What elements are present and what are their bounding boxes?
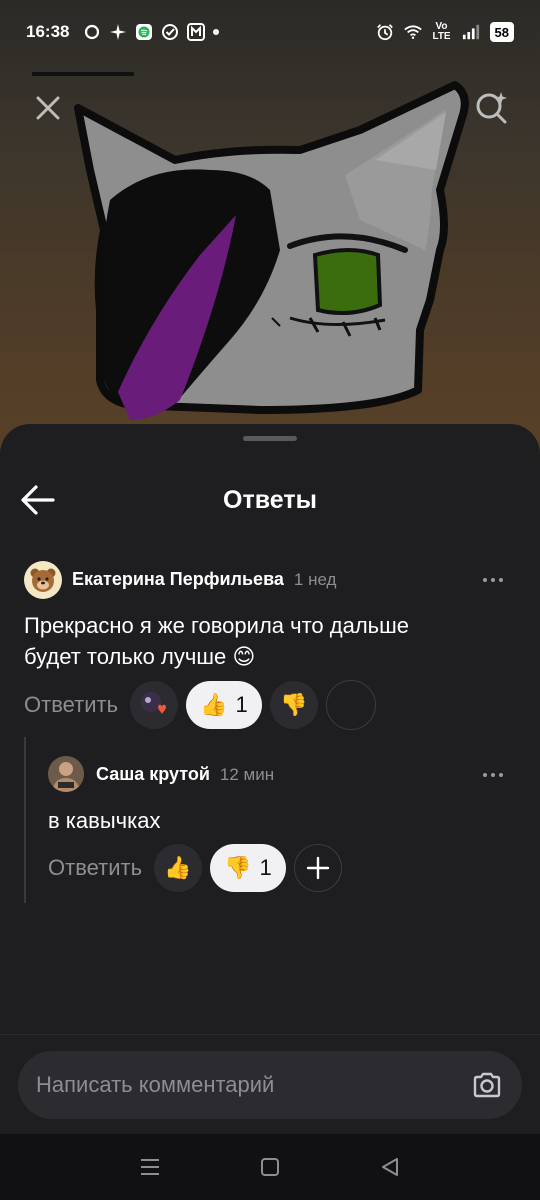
camera-icon	[473, 1072, 501, 1098]
wifi-icon	[403, 23, 422, 41]
reply-button[interactable]: Ответить	[48, 855, 142, 881]
comment-text: в кавычках	[48, 808, 161, 833]
comment-composer	[0, 1034, 540, 1134]
thumbs-up-icon: 👍	[164, 855, 192, 880]
like-reaction-button[interactable]: 👍	[154, 844, 203, 892]
comment-input[interactable]	[36, 1072, 470, 1098]
notification-icons	[83, 23, 220, 41]
replies-sheet: Ответы Екатерина Перфильева 1 нед Прекра…	[0, 424, 540, 1134]
recent-apps-button[interactable]	[130, 1147, 170, 1187]
avatar[interactable]	[48, 756, 84, 792]
battery-icon: 58	[489, 22, 514, 42]
thread-line	[24, 737, 26, 903]
comment-time: 12 мин	[219, 765, 275, 784]
camera-button[interactable]	[470, 1068, 504, 1102]
comment-actions: Ответить 👍 👎 1	[48, 844, 342, 892]
search-sparkle-icon	[476, 92, 507, 124]
system-status-icons: Vo LTE 58	[376, 22, 514, 42]
spotify-icon	[135, 23, 153, 41]
person-avatar-icon	[48, 756, 84, 792]
empty-reaction-button[interactable]	[325, 680, 376, 730]
sparkle-icon	[109, 23, 127, 41]
more-options-button[interactable]	[478, 765, 508, 785]
alarm-icon	[376, 23, 394, 41]
background-image	[0, 0, 540, 460]
network-type: Vo LTE	[432, 21, 451, 42]
check-circle-icon	[161, 23, 179, 41]
system-back-button[interactable]	[370, 1147, 410, 1187]
sheet-handle[interactable]	[243, 436, 297, 441]
back-triangle-icon	[382, 1158, 398, 1176]
reactors-button[interactable]	[130, 681, 179, 729]
like-reaction-button[interactable]: 👍 1	[186, 681, 262, 729]
plus-icon	[306, 856, 329, 880]
comment-time: 1 нед	[293, 570, 337, 589]
dislike-count: 1	[259, 855, 272, 880]
visual-search-button[interactable]	[470, 86, 514, 130]
menu-icon	[141, 1159, 159, 1175]
status-bar: 16:38 Vo LTE 58	[0, 0, 540, 64]
comment-text: Прекрасно я же говорила что дальше будет…	[24, 613, 410, 669]
more-options-button[interactable]	[478, 570, 508, 590]
system-nav-bar	[0, 1134, 540, 1200]
add-reaction-button[interactable]	[293, 844, 342, 892]
reply-button[interactable]: Ответить	[24, 692, 118, 718]
sheet-title: Ответы	[223, 486, 317, 514]
comment-author[interactable]: Саша крутой	[96, 764, 210, 785]
m-badge-icon	[187, 23, 206, 41]
status-time: 16:38	[26, 22, 70, 41]
composer-field	[18, 1051, 522, 1119]
thumbs-down-icon: 👎	[224, 855, 252, 880]
home-button[interactable]	[250, 1147, 290, 1187]
close-icon	[36, 96, 60, 120]
like-count: 1	[235, 692, 248, 717]
comment-author[interactable]: Екатерина Перфильева	[72, 569, 284, 590]
thumbs-down-icon: 👎	[280, 692, 308, 717]
comment-actions: Ответить 👍 1 👎	[24, 680, 376, 730]
avatar[interactable]	[24, 561, 62, 599]
dot-icon	[213, 29, 220, 35]
bear-avatar-icon	[30, 568, 56, 592]
heart-avatar-icon	[141, 692, 167, 714]
comment-meta: Екатерина Перфильева 1 нед	[72, 569, 336, 590]
home-square-icon	[261, 1158, 279, 1176]
comment-meta: Саша крутой 12 мин	[96, 764, 274, 785]
thumbs-up-icon: 👍	[200, 692, 228, 717]
dislike-reaction-button[interactable]: 👎 1	[210, 844, 286, 892]
close-button[interactable]	[26, 86, 70, 130]
dislike-reaction-button[interactable]: 👎	[269, 681, 318, 729]
signal-icon	[462, 23, 480, 41]
chat-bubble-icon	[83, 23, 101, 41]
